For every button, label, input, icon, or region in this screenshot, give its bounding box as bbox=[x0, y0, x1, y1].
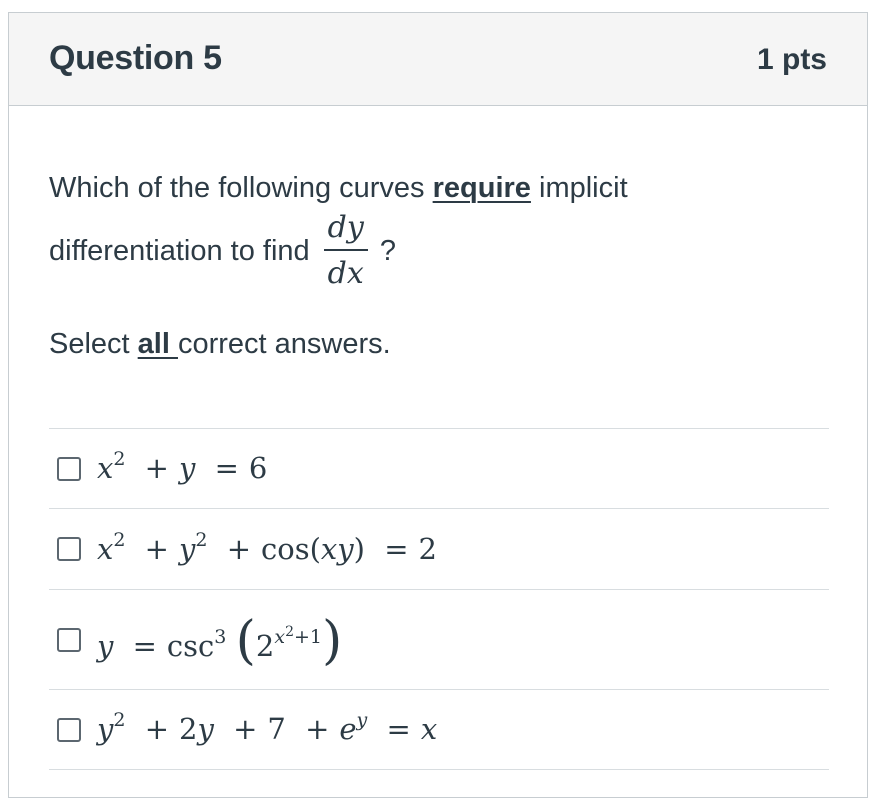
math-op: + bbox=[226, 531, 251, 566]
math-func: cos bbox=[261, 531, 310, 566]
math-var: y bbox=[178, 451, 196, 486]
math-op: = bbox=[132, 629, 157, 664]
answer-math: y2 +2y +7 + ey = x bbox=[97, 709, 438, 747]
math-num: 6 bbox=[248, 451, 268, 486]
math-op: + bbox=[294, 626, 310, 649]
fraction-denominator: dx bbox=[327, 256, 364, 291]
math-var: y bbox=[356, 709, 368, 732]
answer-option-2[interactable]: x2 + y2 + cos(xy) = 2 bbox=[49, 509, 829, 590]
derivative-fraction: dy dx bbox=[323, 213, 368, 291]
math-var: y bbox=[178, 531, 196, 566]
question-card: Question 5 1 pts Which of the following … bbox=[8, 12, 868, 798]
question-title: Question 5 bbox=[49, 39, 222, 77]
answer-option-4[interactable]: y2 +2y +7 + ey = x bbox=[49, 690, 829, 770]
math-exp: 2 bbox=[195, 528, 208, 551]
math-var: x bbox=[97, 531, 114, 566]
math-op: + bbox=[305, 712, 330, 747]
answer-option-3[interactable]: y = csc3 (2x2+1) bbox=[49, 590, 829, 690]
math-paren: ) bbox=[353, 531, 365, 566]
prompt-text: Select bbox=[49, 328, 138, 360]
math-op: + bbox=[144, 451, 169, 486]
math-var: y bbox=[337, 531, 354, 566]
math-op: = bbox=[386, 712, 411, 747]
math-op: + bbox=[144, 712, 170, 747]
answer-math: x2 + y = 6 bbox=[97, 448, 268, 486]
math-num: 2 bbox=[179, 712, 198, 747]
math-var: x bbox=[320, 531, 338, 566]
math-num: 1 bbox=[309, 626, 323, 649]
math-exp: 2 bbox=[113, 528, 126, 551]
math-exp: 3 bbox=[214, 626, 227, 649]
prompt-line-1: Which of the following curves require im… bbox=[49, 171, 628, 206]
math-exp: 2 bbox=[113, 709, 126, 732]
math-paren-large: ( bbox=[235, 611, 256, 672]
math-op: + bbox=[233, 712, 258, 747]
math-func: csc bbox=[166, 629, 215, 664]
answer-checkbox[interactable] bbox=[57, 717, 81, 742]
math-var: x bbox=[97, 451, 114, 486]
math-op: = bbox=[384, 531, 409, 566]
answer-checkbox[interactable] bbox=[57, 627, 81, 652]
prompt-text: Which of the following curves bbox=[49, 172, 433, 204]
math-exp: y bbox=[357, 709, 368, 731]
prompt-line-3: Select all correct answers. bbox=[49, 327, 391, 362]
math-op: = bbox=[214, 451, 239, 486]
fraction-numerator: dy bbox=[323, 213, 368, 251]
prompt-text: implicit bbox=[530, 172, 628, 204]
math-var: y bbox=[97, 712, 114, 747]
math-op: + bbox=[144, 531, 169, 566]
prompt-line-2: differentiation to find dy dx ? bbox=[49, 213, 396, 289]
math-exp: 2 bbox=[113, 448, 126, 471]
math-paren-large: ) bbox=[322, 611, 343, 672]
question-points: 1 pts bbox=[756, 43, 827, 76]
math-var: y bbox=[97, 629, 114, 664]
answer-math: x2 + y2 + cos(xy) = 2 bbox=[97, 528, 437, 567]
answer-option-1[interactable]: x2 + y = 6 bbox=[49, 429, 829, 509]
math-exp: x2+1 bbox=[274, 624, 323, 649]
prompt-text: correct answers. bbox=[177, 328, 391, 360]
math-exp: 2 bbox=[285, 624, 294, 641]
emphasis-require: require bbox=[432, 172, 531, 204]
math-var: y bbox=[197, 712, 214, 747]
math-paren: ( bbox=[309, 531, 321, 566]
math-num: 2 bbox=[255, 629, 275, 664]
answer-math: y = csc3 (2x2+1) bbox=[97, 608, 343, 672]
math-var: x bbox=[420, 712, 438, 747]
question-mark: ? bbox=[379, 234, 396, 267]
answer-checkbox[interactable] bbox=[57, 456, 81, 481]
math-num: 7 bbox=[267, 712, 286, 747]
question-header: Question 5 1 pts bbox=[9, 13, 867, 106]
answer-list: x2 + y = 6 x2 + y2 + cos(xy) = 2 y = csc… bbox=[49, 428, 829, 770]
answer-checkbox[interactable] bbox=[57, 537, 81, 561]
prompt-text: differentiation to find bbox=[49, 234, 310, 267]
math-var: e bbox=[339, 712, 357, 747]
math-var: x bbox=[274, 626, 286, 649]
math-num: 2 bbox=[418, 531, 437, 566]
emphasis-all: all bbox=[137, 328, 178, 360]
